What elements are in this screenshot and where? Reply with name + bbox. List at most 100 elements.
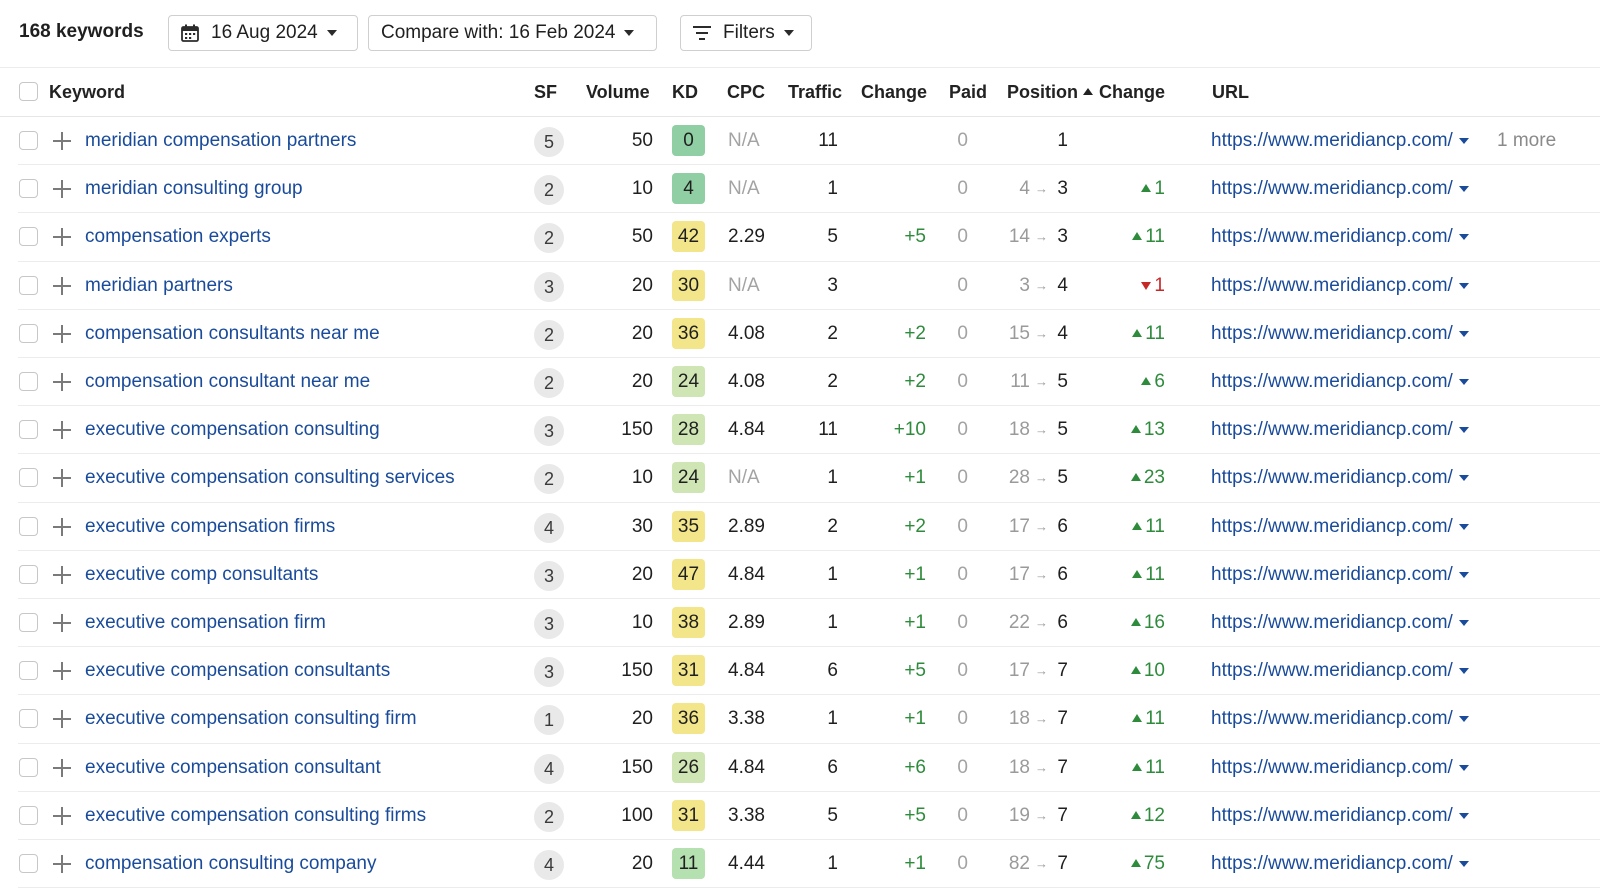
row-checkbox[interactable] [19, 468, 38, 488]
keyword-link[interactable]: compensation consultant near me [85, 358, 370, 406]
select-all-checkbox[interactable] [19, 82, 38, 101]
arrow-right-icon: → [1035, 277, 1048, 293]
serp-features-badge[interactable]: 3 [534, 609, 564, 639]
row-checkbox[interactable] [19, 420, 38, 440]
serp-features-badge[interactable]: 2 [534, 368, 564, 398]
add-to-list-icon[interactable] [53, 324, 71, 343]
serp-features-badge[interactable]: 2 [534, 223, 564, 254]
col-position-change[interactable]: Change [1099, 68, 1165, 117]
serp-features-badge[interactable]: 4 [534, 850, 564, 880]
add-to-list-icon[interactable] [53, 180, 71, 199]
add-to-list-icon[interactable] [53, 855, 71, 873]
row-checkbox[interactable] [19, 131, 38, 150]
keyword-link[interactable]: executive compensation consultants [85, 647, 390, 695]
row-checkbox[interactable] [19, 323, 38, 343]
add-to-list-icon[interactable] [53, 565, 71, 584]
col-position[interactable]: Position [1007, 68, 1093, 117]
row-checkbox[interactable] [19, 613, 38, 632]
kd-badge: 36 [672, 703, 705, 735]
keyword-link[interactable]: meridian partners [85, 262, 233, 310]
row-checkbox[interactable] [19, 372, 38, 391]
serp-features-badge[interactable]: 3 [534, 657, 564, 688]
add-to-list-icon[interactable] [53, 662, 71, 681]
ranking-url[interactable]: https://www.meridiancp.com/ [1211, 117, 1469, 165]
ranking-url[interactable]: https://www.meridiancp.com/ [1211, 310, 1469, 358]
add-to-list-icon[interactable] [53, 421, 71, 440]
serp-features-badge[interactable]: 1 [534, 705, 564, 736]
ranking-url[interactable]: https://www.meridiancp.com/ [1211, 454, 1469, 502]
ranking-url[interactable]: https://www.meridiancp.com/ [1211, 503, 1469, 551]
add-to-list-icon[interactable] [53, 373, 71, 391]
ranking-url[interactable]: https://www.meridiancp.com/ [1211, 840, 1469, 888]
ranking-url[interactable]: https://www.meridiancp.com/ [1211, 744, 1469, 792]
row-checkbox[interactable] [19, 805, 38, 825]
col-volume[interactable]: Volume [586, 68, 650, 117]
date-picker-button[interactable]: 16 Aug 2024 [168, 15, 358, 51]
col-kd[interactable]: KD [672, 68, 698, 117]
add-to-list-icon[interactable] [53, 758, 71, 777]
keyword-link[interactable]: meridian compensation partners [85, 117, 356, 165]
add-to-list-icon[interactable] [53, 614, 71, 632]
ranking-url[interactable]: https://www.meridiancp.com/ [1211, 792, 1469, 840]
filters-button[interactable]: Filters [680, 15, 812, 51]
keyword-link[interactable]: executive compensation consulting firms [85, 792, 426, 840]
row-checkbox[interactable] [19, 854, 38, 873]
add-to-list-icon[interactable] [53, 276, 71, 295]
ranking-url[interactable]: https://www.meridiancp.com/ [1211, 551, 1469, 599]
row-checkbox[interactable] [19, 564, 38, 584]
cpc-value: 4.84 [728, 660, 765, 682]
keyword-link[interactable]: executive compensation consulting firm [85, 695, 417, 743]
ranking-url[interactable]: https://www.meridiancp.com/ [1211, 599, 1469, 647]
col-traffic-change[interactable]: Change [861, 68, 927, 117]
ranking-url[interactable]: https://www.meridiancp.com/ [1211, 262, 1469, 310]
serp-features-badge[interactable]: 3 [534, 416, 564, 447]
ranking-url[interactable]: https://www.meridiancp.com/ [1211, 647, 1469, 695]
kd-badge: 47 [672, 558, 705, 590]
serp-features-badge[interactable]: 5 [534, 127, 564, 157]
add-to-list-icon[interactable] [53, 806, 71, 825]
row-checkbox[interactable] [19, 661, 38, 681]
ranking-url[interactable]: https://www.meridiancp.com/ [1211, 165, 1469, 213]
row-checkbox[interactable] [19, 709, 38, 729]
serp-features-badge[interactable]: 3 [534, 560, 564, 591]
keyword-link[interactable]: compensation consulting company [85, 840, 377, 888]
ranking-url[interactable]: https://www.meridiancp.com/ [1211, 695, 1469, 743]
row-checkbox[interactable] [19, 227, 38, 247]
serp-features-badge[interactable]: 4 [534, 512, 564, 543]
add-to-list-icon[interactable] [53, 228, 71, 247]
ranking-url[interactable]: https://www.meridiancp.com/ [1211, 213, 1469, 261]
add-to-list-icon[interactable] [53, 710, 71, 729]
add-to-list-icon[interactable] [53, 469, 71, 488]
row-checkbox[interactable] [19, 757, 38, 777]
serp-features-badge[interactable]: 3 [534, 271, 564, 302]
col-traffic[interactable]: Traffic [788, 68, 842, 117]
add-to-list-icon[interactable] [53, 517, 71, 536]
serp-features-badge[interactable]: 2 [534, 464, 564, 495]
keyword-link[interactable]: executive compensation firms [85, 503, 335, 551]
keyword-link[interactable]: meridian consulting group [85, 165, 303, 213]
col-sf[interactable]: SF [534, 68, 557, 117]
serp-features-badge[interactable]: 2 [534, 319, 564, 350]
keyword-link[interactable]: executive comp consultants [85, 551, 318, 599]
keyword-link[interactable]: compensation consultants near me [85, 310, 380, 358]
keyword-link[interactable]: executive compensation consulting servic… [85, 454, 455, 502]
ranking-url[interactable]: https://www.meridiancp.com/ [1211, 406, 1469, 454]
serp-features-badge[interactable]: 2 [534, 175, 564, 206]
keyword-link[interactable]: compensation experts [85, 213, 271, 261]
row-checkbox[interactable] [19, 179, 38, 199]
keyword-link[interactable]: executive compensation consultant [85, 744, 381, 792]
add-to-list-icon[interactable] [53, 132, 71, 150]
col-cpc[interactable]: CPC [727, 68, 765, 117]
ranking-url[interactable]: https://www.meridiancp.com/ [1211, 358, 1469, 406]
col-paid[interactable]: Paid [949, 68, 987, 117]
col-url[interactable]: URL [1212, 68, 1249, 117]
compare-date-button[interactable]: Compare with: 16 Feb 2024 [368, 15, 657, 51]
serp-features-badge[interactable]: 4 [534, 753, 564, 784]
more-urls-link[interactable]: 1 more [1497, 117, 1556, 165]
row-checkbox[interactable] [19, 516, 38, 536]
col-keyword[interactable]: Keyword [49, 68, 125, 117]
serp-features-badge[interactable]: 2 [534, 801, 564, 832]
keyword-link[interactable]: executive compensation firm [85, 599, 326, 647]
row-checkbox[interactable] [19, 275, 38, 295]
keyword-link[interactable]: executive compensation consulting [85, 406, 380, 454]
